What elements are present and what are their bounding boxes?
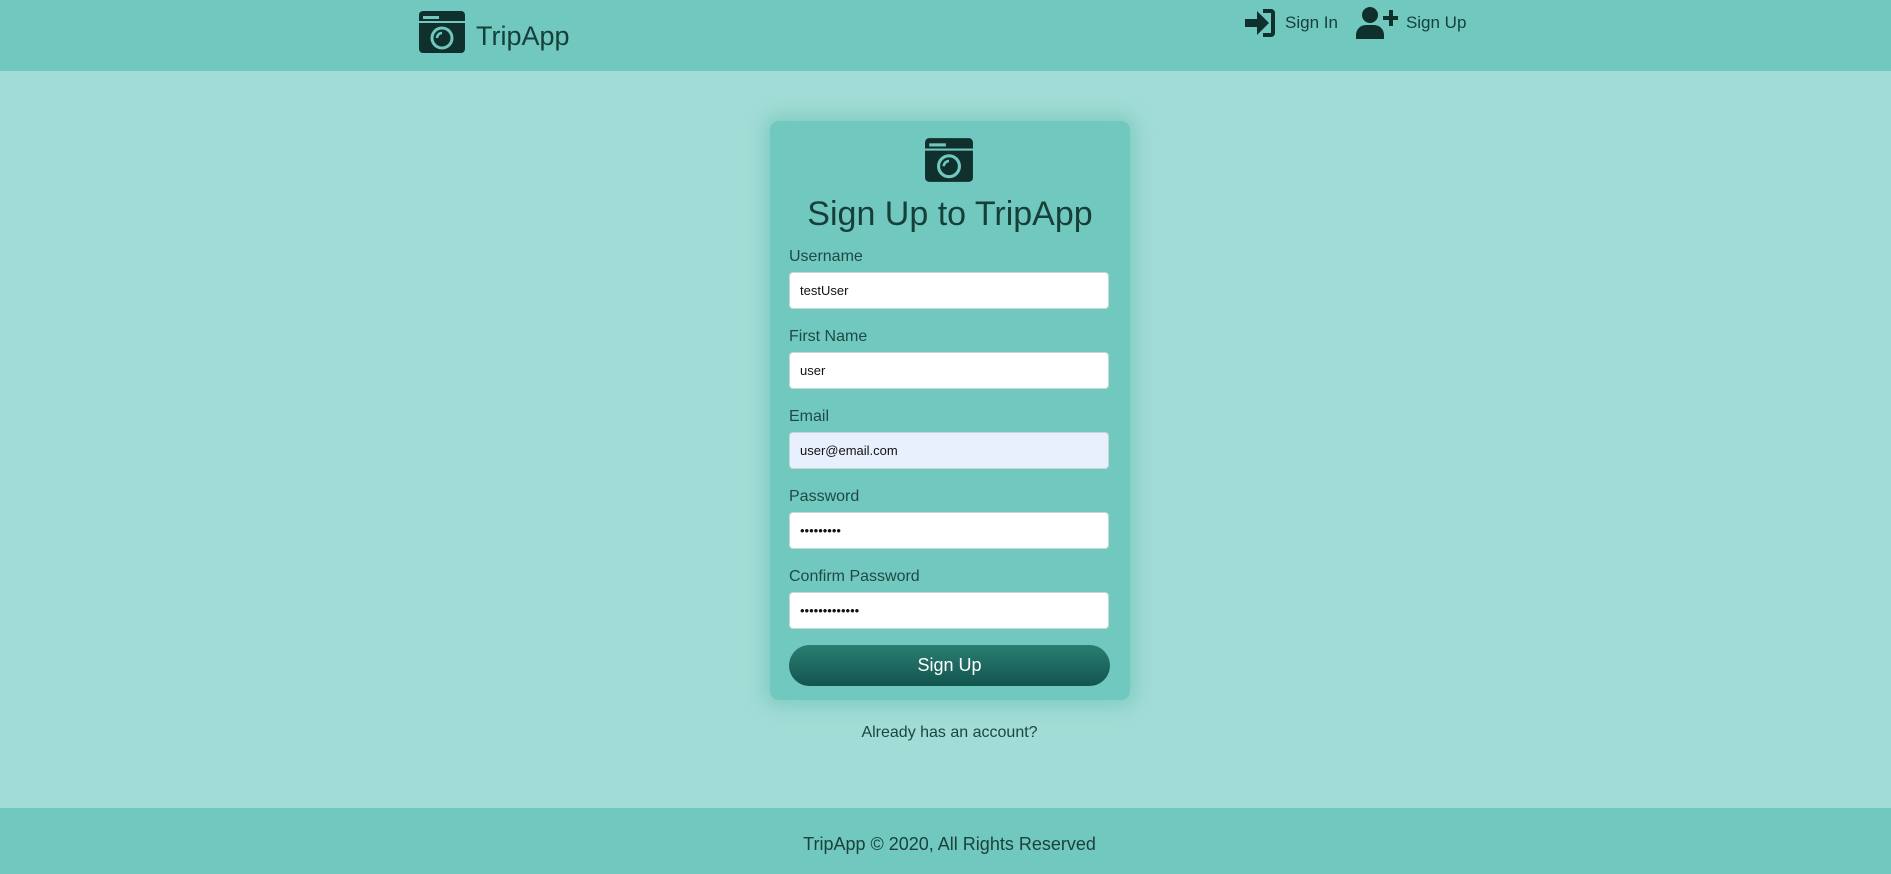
username-input[interactable] [789,272,1109,309]
nav-sign-up-link[interactable]: Sign Up [1355,6,1467,40]
password-label: Password [789,488,860,505]
navbar: TripApp Sign In Sign Up [0,0,1891,71]
nav-links: Sign In Sign Up [1243,6,1466,40]
email-label: Email [789,408,830,425]
form-title: Sign Up to TripApp [807,195,1093,233]
camera-icon [924,137,974,188]
footer: TripApp © 2020, All Rights Reserved [0,808,1891,874]
nav-sign-in-link[interactable]: Sign In [1243,7,1338,39]
sign-up-button[interactable]: Sign Up [789,645,1110,686]
user-plus-icon [1355,6,1398,40]
brand-link[interactable]: TripApp [418,8,570,56]
footer-copyright: TripApp © 2020, All Rights Reserved [803,834,1096,854]
camera-icon [418,10,466,54]
signup-card: Sign Up to TripApp Username First Name E… [770,121,1130,700]
nav-sign-up-label: Sign Up [1405,13,1467,32]
confirm-password-label: Confirm Password [789,568,920,585]
first-name-label: First Name [789,328,868,345]
email-input[interactable] [789,432,1109,469]
password-input[interactable] [789,512,1109,549]
brand-name: TripApp [476,20,570,51]
username-label: Username [789,248,863,265]
nav-sign-in-label: Sign In [1285,13,1338,32]
confirm-password-input[interactable] [789,592,1109,629]
first-name-input[interactable] [789,352,1109,389]
sign-in-switch-link[interactable]: Already has an account? [0,724,1891,742]
sign-in-icon [1243,7,1277,39]
